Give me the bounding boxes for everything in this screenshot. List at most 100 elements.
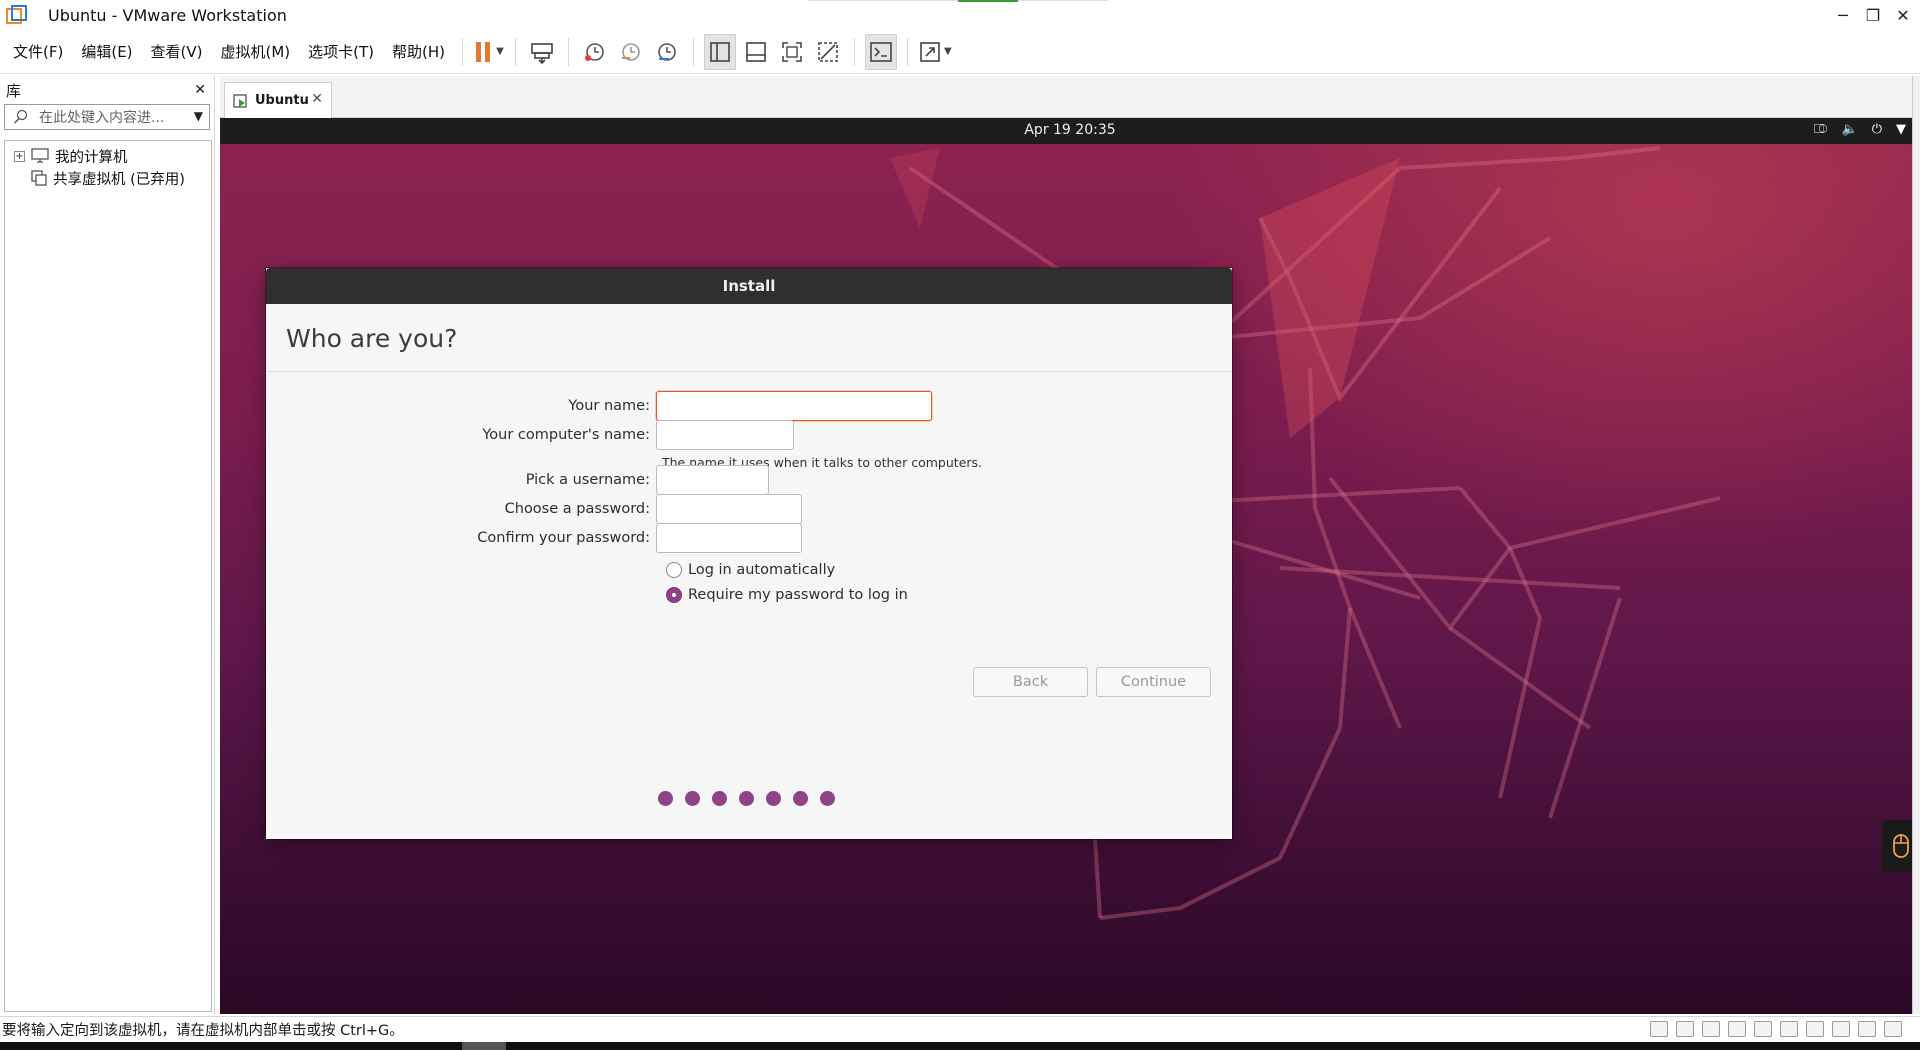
confirm-password-row: Confirm your password: [266, 523, 802, 553]
console-view-button[interactable] [865, 33, 898, 70]
close-window-button[interactable]: ✕ [1888, 0, 1918, 30]
menu-help[interactable]: 帮助(H) [383, 30, 454, 74]
hard-disk-icon[interactable] [1650, 1021, 1668, 1037]
tab-label: Ubuntu [255, 93, 309, 108]
sound-card-icon[interactable] [1728, 1021, 1746, 1037]
tree-item-my-computer[interactable]: + 我的计算机 [5, 145, 211, 167]
terminal-icon [870, 41, 892, 62]
progress-dot [793, 791, 808, 806]
progress-dot [685, 791, 700, 806]
close-library-icon[interactable]: ✕ [194, 82, 206, 98]
progress-dot [658, 791, 673, 806]
dialog-title: Install [266, 268, 1232, 304]
require-password-radio[interactable] [666, 587, 682, 603]
take-snapshot-button[interactable] [579, 34, 611, 70]
menu-caret-icon[interactable]: ▼ [1896, 122, 1906, 137]
chevron-down-icon[interactable]: ▼ [944, 46, 952, 57]
chevron-down-icon[interactable]: ▼ [496, 46, 504, 57]
snapshot-manager-button[interactable] [651, 34, 683, 70]
confirm-password-field[interactable] [656, 523, 802, 553]
install-progress-dots [658, 791, 835, 806]
search-icon [13, 109, 28, 124]
progress-dot [712, 791, 727, 806]
usb-device-icon[interactable] [1832, 1021, 1850, 1037]
device-status-icons [1650, 1021, 1902, 1037]
tree-item-shared-vms[interactable]: 共享虚拟机 (已弃用) [5, 167, 211, 189]
computer-name-field[interactable] [656, 420, 794, 450]
toolbar-separator [568, 37, 570, 66]
menu-edit[interactable]: 编辑(E) [72, 30, 141, 74]
require-password-option[interactable]: Require my password to log in [666, 587, 908, 603]
system-tray[interactable]: ⎄ 🔈 ⏻ ▼ [1814, 122, 1906, 137]
username-field[interactable] [656, 465, 769, 495]
name-row: Your name: [266, 391, 932, 421]
window-titlebar: Ubuntu - VMware Workstation ─ ❐ ✕ [0, 0, 1920, 30]
unity-mode-button[interactable] [812, 34, 844, 70]
library-title: 库 [6, 81, 22, 100]
stretch-icon [920, 41, 940, 62]
volume-icon[interactable]: 🔈 [1842, 122, 1858, 137]
pause-vm-button[interactable]: ▼ [473, 34, 505, 70]
right-panel-edge [1912, 76, 1920, 1014]
menu-tabs[interactable]: 选项卡(T) [299, 30, 383, 74]
thumbnail-bar-icon [746, 41, 766, 62]
password-field[interactable] [656, 494, 802, 524]
full-screen-button[interactable] [776, 34, 808, 70]
power-icon[interactable]: ⏻ [1872, 122, 1882, 137]
send-ctrl-alt-del-button[interactable] [526, 34, 558, 70]
menu-view[interactable]: 查看(V) [142, 30, 212, 74]
vmware-app-icon [6, 5, 27, 24]
window-title: Ubuntu - VMware Workstation [48, 5, 287, 25]
snapshot-manager-icon [658, 42, 676, 61]
toolbar-separator [854, 37, 856, 66]
mouse-icon [1893, 834, 1909, 858]
clock[interactable]: Apr 19 20:35 [220, 122, 1920, 138]
vm-running-icon [233, 93, 247, 108]
tree-item-label: 我的计算机 [55, 149, 128, 166]
close-tab-icon[interactable]: ✕ [311, 91, 323, 107]
chevron-down-icon[interactable]: ▼ [194, 109, 203, 123]
send-keys-icon [531, 42, 553, 64]
auto-login-option[interactable]: Log in automatically [666, 562, 835, 578]
library-tree: + 我的计算机 共享虚拟机 (已弃用) [4, 140, 212, 1012]
display-icon[interactable] [1858, 1021, 1876, 1037]
network-icon[interactable]: ⎄ [1814, 122, 1828, 137]
restore-button[interactable]: ❐ [1858, 0, 1888, 30]
password-label: Choose a password: [504, 501, 650, 517]
library-panel: 库 ✕ 在此处键入内容进... ▼ + 我的计算机 共享虚拟机 (已弃用) [0, 76, 215, 1014]
usb-device-icon[interactable] [1806, 1021, 1824, 1037]
status-message: 要将输入定向到该虚拟机，请在虚拟机内部单击或按 Ctrl+G。 [2, 1023, 404, 1039]
menu-vm[interactable]: 虚拟机(M) [212, 30, 300, 74]
full-screen-icon [782, 41, 802, 62]
thumbnail-bar-button[interactable] [740, 34, 772, 70]
toolbar-separator [693, 37, 695, 66]
progress-dot [766, 791, 781, 806]
auto-login-radio[interactable] [666, 562, 682, 578]
username-label: Pick a username: [525, 472, 650, 488]
stretch-guest-button[interactable]: ▼ [918, 34, 952, 70]
toolbar-separator [462, 37, 464, 66]
vm-console[interactable]: Apr 19 20:35 ⎄ 🔈 ⏻ ▼ Install Who are you… [220, 118, 1920, 1014]
message-log-icon[interactable] [1884, 1021, 1902, 1037]
name-label: Your name: [568, 398, 650, 414]
tree-item-label: 共享虚拟机 (已弃用) [53, 171, 185, 188]
your-name-field[interactable] [656, 391, 932, 421]
usb-device-icon[interactable] [1754, 1021, 1772, 1037]
usb-device-icon[interactable] [1780, 1021, 1798, 1037]
continue-button[interactable]: Continue [1096, 667, 1211, 697]
shared-vm-icon [31, 170, 47, 186]
computer-icon [31, 148, 49, 163]
revert-snapshot-button[interactable] [615, 34, 647, 70]
title-progress-indicator [808, 0, 1108, 2]
tab-ubuntu[interactable]: Ubuntu ✕ [224, 82, 332, 118]
cd-dvd-icon[interactable] [1676, 1021, 1694, 1037]
minimize-button[interactable]: ─ [1828, 0, 1858, 30]
library-search-input[interactable]: 在此处键入内容进... ▼ [4, 104, 210, 130]
network-adapter-icon[interactable] [1702, 1021, 1720, 1037]
menu-file[interactable]: 文件(F) [4, 30, 72, 74]
taskbar-strip [0, 1042, 1920, 1050]
back-button[interactable]: Back [973, 667, 1088, 697]
progress-dot [820, 791, 835, 806]
show-library-button[interactable] [704, 33, 737, 70]
expand-icon[interactable]: + [14, 150, 25, 162]
